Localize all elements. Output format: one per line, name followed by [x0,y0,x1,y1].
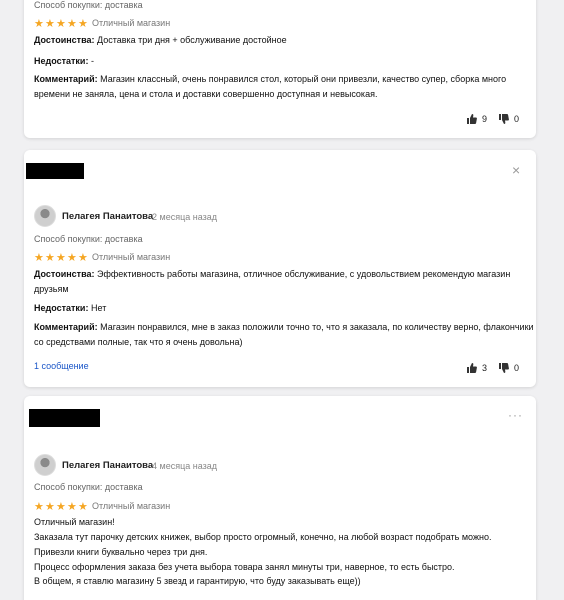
purchase-method: Способ покупки: доставка [34,0,143,10]
avatar[interactable] [34,454,56,476]
review-body-line: Привезли книги буквально через три дня. [34,547,208,557]
cons-label: Недостатки: [34,303,89,313]
comment-text-2: времени не заняла, цена и стола и достав… [34,89,378,99]
cons: Недостатки: Нет [34,301,106,316]
star-icon: ★ [56,252,66,264]
dislike-button[interactable]: 0 [499,114,519,124]
review-body-line: Процесс оформления заказа без учета выбо… [34,562,455,572]
author-name[interactable]: Пелагея Панаитова [62,460,153,471]
pros: Достоинства: Эффективность работы магази… [34,267,510,282]
rating-stars: ★ ★ ★ ★ ★ [34,501,88,513]
review-body-line: В общем, я ставлю магазину 5 звезд и гар… [34,576,361,586]
comment: Комментарий: Магазин классный, очень пон… [34,72,506,87]
star-icon: ★ [67,18,77,30]
pros-text: Доставка три дня + обслуживание достойно… [97,35,287,45]
star-icon: ★ [67,501,77,513]
pros-label: Достоинства: [34,35,95,45]
star-icon: ★ [78,252,88,264]
avatar[interactable] [34,205,56,227]
like-button[interactable]: 3 [467,363,487,373]
dislike-count: 0 [514,363,520,373]
cons-text: - [90,56,94,66]
like-count: 9 [482,114,488,124]
review-card-2: × Пелагея Панаитова 2 месяца назад Спосо… [24,150,536,387]
messages-link[interactable]: 1 сообщение [34,361,89,371]
star-icon: ★ [78,18,88,30]
close-icon[interactable]: × [512,162,520,178]
dislike-count: 0 [514,114,520,124]
star-icon: ★ [78,501,88,513]
star-icon: ★ [45,501,55,513]
purchase-method: Способ покупки: доставка [34,234,143,244]
purchase-method: Способ покупки: доставка [34,482,143,492]
thumb-down-icon [499,363,509,373]
star-icon: ★ [34,252,44,264]
comment-label: Комментарий: [34,322,98,332]
review-body-line: Заказала тут парочку детских книжек, выб… [34,532,492,542]
verdict: Отличный магазин [92,252,171,262]
pros-text: Эффективность работы магазина, отличное … [97,269,511,279]
star-icon: ★ [56,501,66,513]
star-icon: ★ [67,252,77,264]
like-button[interactable]: 9 [467,114,487,124]
like-count: 3 [482,363,488,373]
star-icon: ★ [34,501,44,513]
pros-text-2: друзьям [34,284,69,294]
comment-text: Магазин понравился, мне в заказ положили… [100,322,534,332]
comment-text: Магазин классный, очень понравился стол,… [100,74,507,84]
pros-label: Достоинства: [34,269,95,279]
review-date: 4 месяца назад [152,461,217,471]
redacted-block [26,163,84,179]
dislike-button[interactable]: 0 [499,363,519,373]
more-options-icon[interactable]: ··· [508,408,523,422]
author-name[interactable]: Пелагея Панаитова [62,211,153,222]
redacted-block [29,409,100,427]
star-icon: ★ [56,18,66,30]
cons-text: Нет [90,303,107,313]
verdict: Отличный магазин [92,501,171,511]
comment-label: Комментарий: [34,74,98,84]
review-card-1: Способ покупки: доставка ★ ★ ★ ★ ★ Отличный … [24,0,536,138]
cons: Недостатки: - [34,54,94,69]
comment-text-2: со средствами полные, так что я очень до… [34,337,243,347]
review-card-3: ··· Пелагея Панаитова 4 месяца назад Спо… [24,396,536,600]
thumb-up-icon [467,363,477,373]
rating-stars: ★ ★ ★ ★ ★ [34,252,88,264]
verdict: Отличный магазин [92,18,171,28]
thumb-up-icon [467,114,477,124]
rating-stars: ★ ★ ★ ★ ★ [34,18,88,30]
star-icon: ★ [45,252,55,264]
review-date: 2 месяца назад [152,212,217,222]
star-icon: ★ [45,18,55,30]
star-icon: ★ [34,18,44,30]
review-body-line: Отличный магазин! [34,517,115,527]
thumb-down-icon [499,114,509,124]
pros: Достоинства: Доставка три дня + обслужив… [34,33,287,48]
comment: Комментарий: Магазин понравился, мне в з… [34,320,534,335]
cons-label: Недостатки: [34,56,89,66]
